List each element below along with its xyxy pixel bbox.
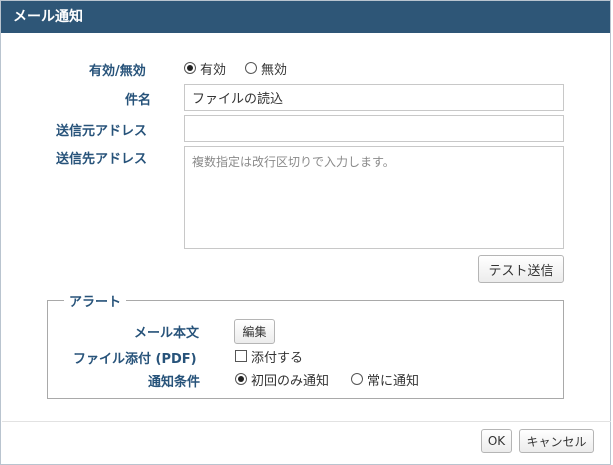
first-only-radio-label[interactable]: 初回のみ通知 [251,370,329,389]
dialog-title: メール通知 [1,1,610,33]
to-address-textarea[interactable] [184,146,564,249]
subject-input[interactable] [184,84,564,111]
attach-pdf-label: ファイル添付 (PDF) [73,352,197,367]
from-address-label: 送信元アドレス [56,124,148,139]
alert-legend: アラート [64,291,127,310]
subject-label: 件名 [125,93,152,108]
disabled-radio-label[interactable]: 無効 [261,59,287,78]
attach-checkbox[interactable] [235,350,247,362]
enabled-label: 有効/無効 [89,64,146,79]
attach-checkbox-label[interactable]: 添付する [251,347,303,366]
from-address-input[interactable] [184,115,564,142]
notify-condition-label: 通知条件 [148,375,201,390]
always-radio-label[interactable]: 常に通知 [367,370,419,389]
always-radio[interactable] [351,373,363,385]
footer-divider [2,421,611,422]
ok-button[interactable]: OK [481,429,512,453]
mail-notification-dialog: メール通知 有効/無効 有効 無効 件名 送信元アドレス 送信先アドレス テスト… [0,0,611,465]
enabled-radio[interactable] [184,62,196,74]
mail-body-label: メール本文 [134,326,200,341]
edit-body-button[interactable]: 編集 [234,319,275,344]
cancel-button[interactable]: キャンセル [519,429,594,453]
enabled-radio-label[interactable]: 有効 [200,59,226,78]
test-send-button[interactable]: テスト送信 [478,255,564,283]
disabled-radio[interactable] [245,62,257,74]
first-only-radio[interactable] [235,373,247,385]
to-address-label: 送信先アドレス [56,152,148,167]
